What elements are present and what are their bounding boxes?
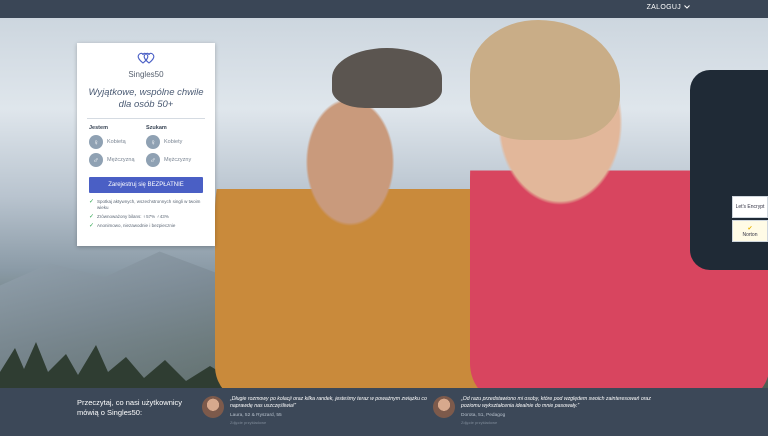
norton-label: Norton <box>742 231 758 238</box>
register-free-button[interactable]: Zarejestruj się BEZPŁATNIE <box>89 177 203 193</box>
login-link[interactable]: ZALOGUJ <box>647 4 690 11</box>
testimonials-intro: Przeczytaj, co nasi użytkownicy mówią o … <box>77 398 183 417</box>
signup-card: Singles50 Wyjątkowe, wspólne chwile dla … <box>77 43 215 246</box>
lets-encrypt-badge[interactable]: Let's Encrypt <box>732 196 768 218</box>
norton-badge[interactable]: ✔ Norton <box>732 220 768 242</box>
looking-for-heading: Szukam <box>146 125 167 131</box>
woman-icon: ♀ <box>146 135 160 149</box>
option-label: Mężczyzną <box>107 157 135 163</box>
check-icon: ✓ <box>89 199 95 205</box>
benefit-item: ✓ Zrównoważony bilans: ♀57% ♂43% <box>89 214 203 220</box>
i-am-man-option[interactable]: ♂ Mężczyzną <box>89 153 146 167</box>
top-bar: ZALOGUJ <box>0 0 768 18</box>
looking-for-women-option[interactable]: ♀ Kobiety <box>146 135 203 149</box>
man-icon: ♂ <box>146 153 160 167</box>
lets-encrypt-label: Let's Encrypt <box>735 204 765 210</box>
hearts-logo-icon <box>137 51 155 68</box>
hero-photo-man-hair <box>332 48 442 108</box>
check-icon: ✓ <box>89 223 95 229</box>
looking-for-men-option[interactable]: ♂ Mężczyzny <box>146 153 203 167</box>
i-am-woman-option[interactable]: ♀ Kobietą <box>89 135 146 149</box>
option-label: Kobiety <box>164 139 183 145</box>
avatar <box>202 396 224 418</box>
testimonial-tag: Zdjęcie przykładowe <box>230 420 267 425</box>
tagline: Wyjątkowe, wspólne chwile dla osób 50+ <box>88 87 204 110</box>
benefit-item: ✓ Spotkaj aktywnych, wszechstronnych sing… <box>89 199 203 211</box>
login-label: ZALOGUJ <box>646 4 681 11</box>
testimonial: „Od razu przedstawiono mi osoby, które p… <box>433 396 663 425</box>
check-icon: ✓ <box>89 214 95 220</box>
testimonial-author: Laura, 52 & Ryszard, 55 <box>230 413 282 418</box>
woman-icon: ♀ <box>89 135 103 149</box>
testimonial-tag: Zdjęcie przykładowe <box>461 420 498 425</box>
testimonial-quote: „Długie rozmowy po kolacji oraz kilka ra… <box>230 396 427 409</box>
testimonial: „Długie rozmowy po kolacji oraz kilka ra… <box>202 396 432 425</box>
i-am-heading: Jestem <box>89 125 108 131</box>
avatar <box>433 396 455 418</box>
benefit-text: Zrównoważony bilans: ♀57% ♂43% <box>97 214 169 219</box>
man-icon: ♂ <box>89 153 103 167</box>
divider <box>87 118 205 119</box>
logo[interactable]: Singles50 <box>77 51 215 79</box>
option-label: Kobietą <box>107 139 126 145</box>
looking-for-group: Szukam ♀ Kobiety ♂ Mężczyzny <box>146 125 203 171</box>
benefit-text: Anonimowo, niezawodnie i bezpiecznie <box>97 223 176 228</box>
benefit-item: ✓ Anonimowo, niezawodnie i bezpiecznie <box>89 223 203 229</box>
option-label: Mężczyzny <box>164 157 192 163</box>
norton-check-icon: ✔ <box>747 225 753 232</box>
brand-name: Singles50 <box>128 70 164 79</box>
chevron-down-icon <box>684 4 690 11</box>
testimonial-quote: „Od razu przedstawiono mi osoby, które p… <box>461 396 651 409</box>
i-am-group: Jestem ♀ Kobietą ♂ Mężczyzną <box>89 125 146 171</box>
benefit-text: Spotkaj aktywnych, wszechstronnych singl… <box>97 199 201 210</box>
benefits-list: ✓ Spotkaj aktywnych, wszechstronnych sing… <box>89 199 203 229</box>
testimonial-author: Dorota, 51, Pedagog <box>461 413 506 418</box>
testimonials-footer: Przeczytaj, co nasi użytkownicy mówią o … <box>0 388 768 436</box>
